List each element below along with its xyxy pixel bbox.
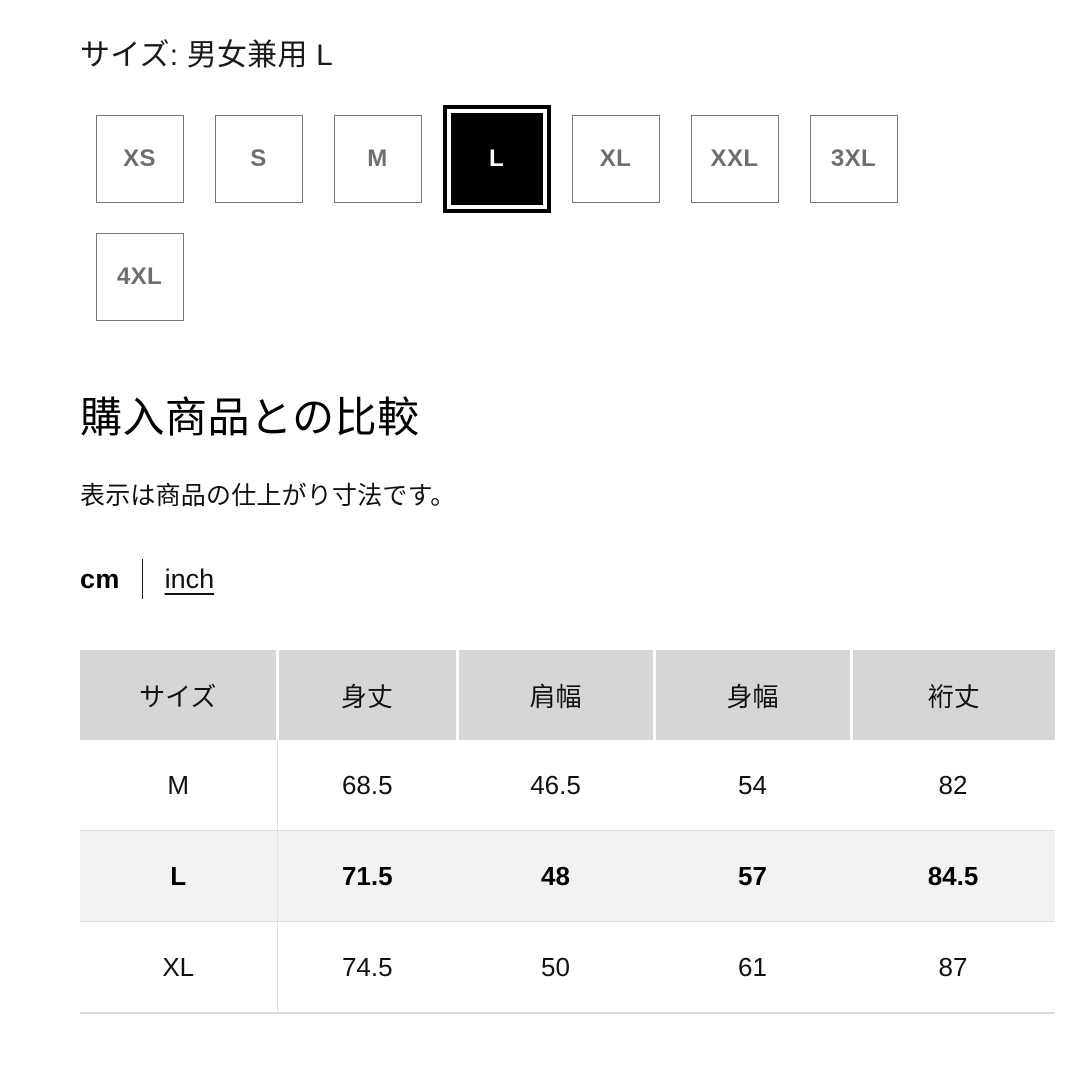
size-option-label: S [250,145,267,172]
size-option-label: 3XL [830,145,877,172]
table-column-header: 身幅 [654,650,853,741]
table-cell-size: M [80,740,278,832]
size-option-xxl[interactable]: XXL [690,115,779,203]
size-option-label: M [367,145,388,172]
table-cell-measurement: 46.5 [457,740,654,832]
size-option-slot: 4XL [80,218,199,336]
table-row: XL 74.5 50 61 87 [80,921,1055,1015]
size-option-3xl[interactable]: 3XL [809,115,898,203]
size-selection-page: サイズ: 男女兼用 L XS S M L XL XXL 3XL 4XL 購入商品との比較 表示… [0,0,1080,1080]
unit-cm-option[interactable]: cm [80,564,120,595]
size-option-label: XL [599,145,632,172]
comparison-note: 表示は商品の仕上がり寸法です。 [80,482,456,511]
size-option-slot: M [318,100,437,218]
size-option-xs[interactable]: XS [95,115,184,203]
comparison-heading: 購入商品との比較 [80,394,420,441]
table-cell-measurement: 82 [851,740,1055,832]
table-cell-measurement: 68.5 [277,740,457,832]
table-column-header: 身丈 [277,650,459,741]
unit-divider [141,559,143,600]
size-option-slot: XS [80,100,199,218]
unit-toggle: cm inch [80,556,1000,602]
table-cell-measurement: 84.5 [851,830,1055,923]
table-cell-measurement: 48 [457,830,654,923]
size-option-slot: S [199,100,318,218]
table-column-header: 裄丈 [851,650,1055,741]
table-cell-measurement: 87 [851,921,1055,1015]
size-table-body: M 68.5 46.5 54 82 L 71.5 48 57 84.5 XL 74.5 50 61 87 [80,740,1055,1015]
table-cell-measurement: 54 [654,740,851,832]
size-option-label: XXL [710,145,759,172]
size-option-s[interactable]: S [214,115,303,203]
size-header: サイズ: 男女兼用 L [80,0,1000,74]
table-cell-size: L [80,830,278,923]
size-option-m[interactable]: M [333,115,422,203]
size-option-slot: L [437,100,556,218]
table-cell-measurement: 57 [654,830,851,923]
table-row: M 68.5 46.5 54 82 [80,740,1055,832]
size-table-container: サイズ 身丈 肩幅 身幅 裄丈 M 68.5 46.5 54 82 L 71.5 48 57 84.5 XL… [80,650,1055,1015]
table-column-header: サイズ [80,650,279,741]
size-option-label: XS [123,145,156,172]
size-option-l[interactable]: L [442,105,551,213]
size-table-head: サイズ 身丈 肩幅 身幅 裄丈 [80,650,1055,741]
size-option-slot: XXL [675,100,794,218]
table-cell-size: XL [80,921,278,1015]
table-cell-measurement: 74.5 [277,921,457,1015]
size-option-grid: XS S M L XL XXL 3XL 4XL [80,100,926,336]
table-cell-measurement: 71.5 [277,830,457,923]
size-option-slot: XL [556,100,675,218]
size-option-xl[interactable]: XL [571,115,660,203]
size-option-slot: 3XL [794,100,913,218]
size-option-label: L [450,113,543,205]
size-option-4xl[interactable]: 4XL [95,233,184,321]
table-header-row: サイズ 身丈 肩幅 身幅 裄丈 [80,650,1055,741]
table-column-header: 肩幅 [457,650,656,741]
table-cell-measurement: 61 [654,921,851,1015]
table-cell-measurement: 50 [457,921,654,1015]
table-row: L 71.5 48 57 84.5 [80,830,1055,923]
unit-inch-option[interactable]: inch [165,564,215,595]
size-option-label: 4XL [116,263,163,290]
size-table: サイズ 身丈 肩幅 身幅 裄丈 M 68.5 46.5 54 82 L 71.5 48 57 84.5 XL… [80,650,1055,1015]
size-header-text: サイズ: 男女兼用 L [80,39,333,72]
